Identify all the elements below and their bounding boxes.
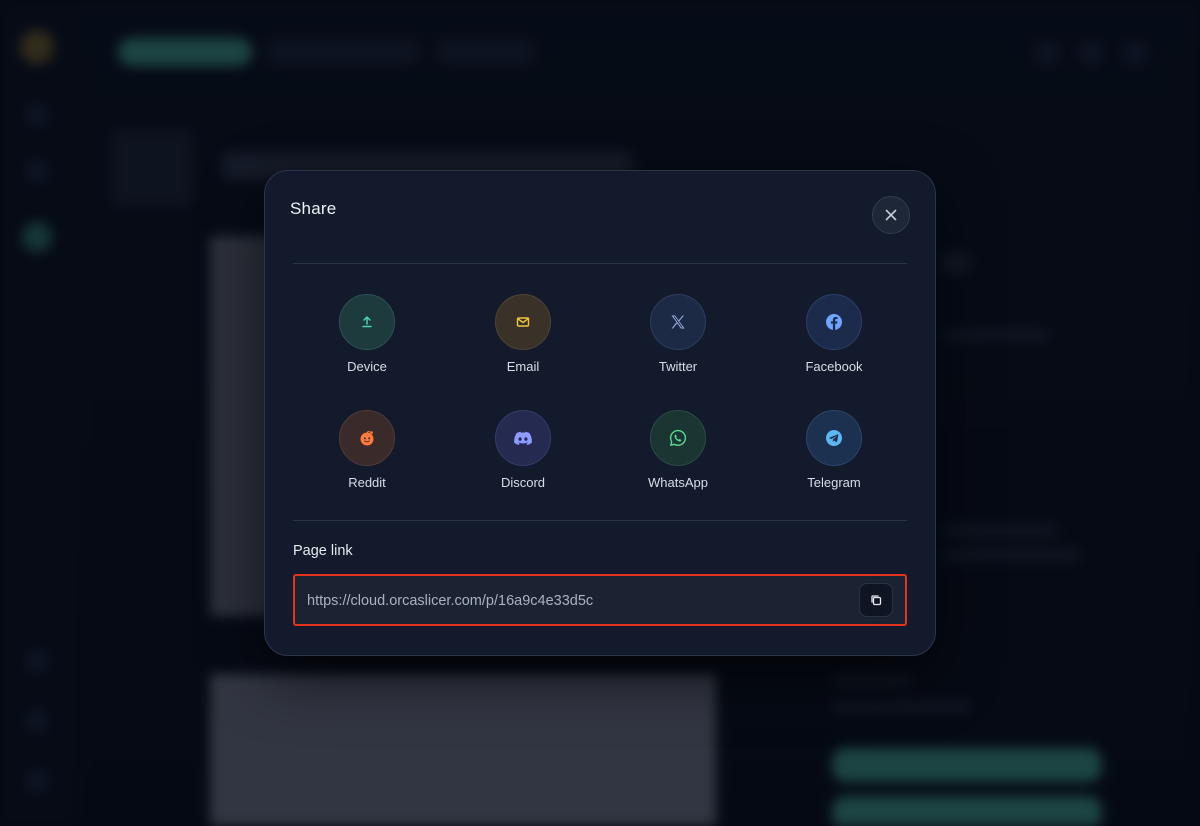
page-link-field (293, 574, 907, 626)
share-option-circle (339, 410, 395, 466)
share-option-label: Discord (500, 475, 546, 490)
share-option-label: Device (347, 359, 387, 374)
discord-icon (514, 431, 532, 445)
copy-icon (871, 595, 882, 606)
header-divider (293, 263, 907, 264)
share-option-circle (495, 294, 551, 350)
share-option-email[interactable]: Email (463, 294, 583, 384)
close-button[interactable] (872, 196, 910, 234)
share-option-circle (495, 410, 551, 466)
share-option-label: Email (506, 359, 540, 374)
share-option-twitter[interactable]: Twitter (618, 294, 738, 384)
share-option-circle (650, 294, 706, 350)
share-option-circle (650, 410, 706, 466)
share-options-grid: Device Email Twitter Facebook Reddit Dis… (290, 294, 912, 494)
dialog-title: Share (290, 199, 337, 218)
share-option-reddit[interactable]: Reddit (307, 410, 427, 500)
share-option-facebook[interactable]: Facebook (774, 294, 894, 384)
share-option-label: Reddit (348, 475, 386, 490)
facebook-icon (826, 314, 842, 330)
page-link-input[interactable] (307, 590, 847, 612)
share-option-label: Telegram (807, 475, 861, 490)
share-option-label: WhatsApp (648, 475, 708, 490)
share-option-discord[interactable]: Discord (463, 410, 583, 500)
reddit-icon (360, 430, 374, 446)
share-option-telegram[interactable]: Telegram (774, 410, 894, 500)
section-divider (293, 520, 907, 521)
share-option-circle (806, 410, 862, 466)
share-option-circle (339, 294, 395, 350)
whatsapp-icon (669, 429, 687, 446)
share-option-device[interactable]: Device (307, 294, 427, 384)
copy-link-button[interactable] (859, 583, 893, 617)
mail-icon (516, 317, 530, 327)
x-logo-icon (671, 315, 685, 329)
share-dialog: Share Device Email Twitter Facebook Redd… (264, 170, 936, 656)
upload-icon (362, 316, 372, 328)
share-option-label: Facebook (805, 359, 863, 374)
share-option-circle (806, 294, 862, 350)
telegram-icon (826, 430, 842, 446)
page-link-label: Page link (293, 543, 353, 559)
share-option-label: Twitter (658, 359, 698, 374)
close-icon (885, 209, 897, 221)
share-option-whatsapp[interactable]: WhatsApp (618, 410, 738, 500)
